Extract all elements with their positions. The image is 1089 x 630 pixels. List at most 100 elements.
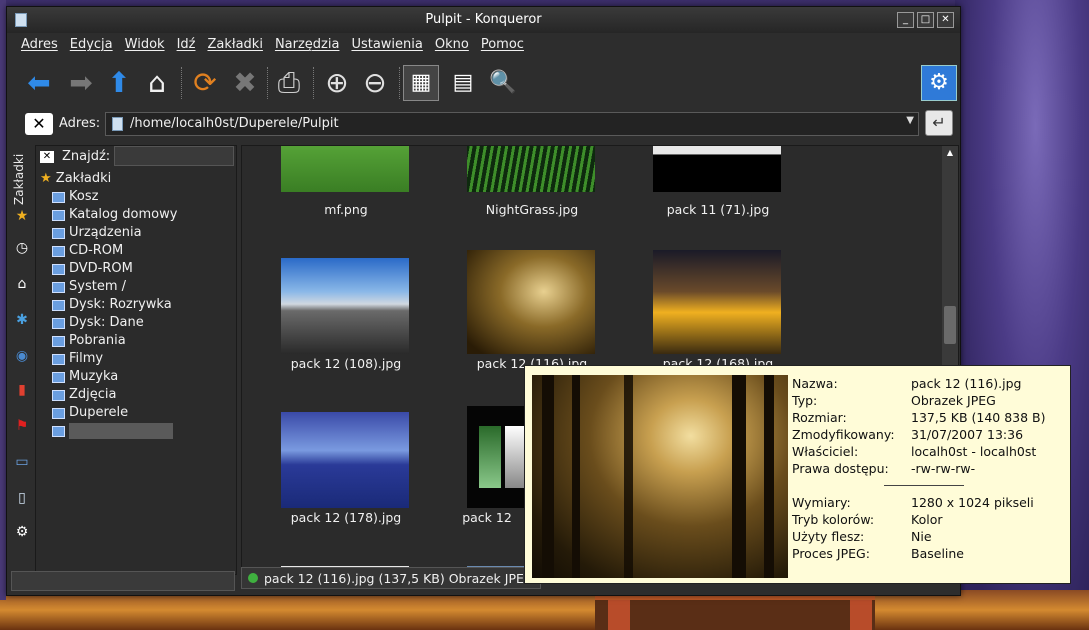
home-icon[interactable]: ⌂ <box>139 65 175 101</box>
road-mountains-thumbnail <box>281 258 409 354</box>
detailed-view-icon[interactable]: ▤ <box>445 65 481 101</box>
services-icon[interactable]: ⚙ <box>13 523 31 541</box>
menu-bar: Adres Edycja Widok Idź Zakładki Narzędzi… <box>7 35 960 55</box>
bookmark-kosz[interactable]: Kosz <box>36 188 236 206</box>
zoom-in-icon[interactable]: ⊕ <box>319 65 355 101</box>
bookmark-dvd-rom[interactable]: DVD-ROM <box>36 260 236 278</box>
clear-find-icon[interactable]: ✕ <box>40 151 54 163</box>
bookmark-icon <box>52 209 65 221</box>
detail-value: -rw-rw-rw- <box>911 461 976 476</box>
tab-bookmarks[interactable]: Zakładki <box>12 149 32 205</box>
menu-widok[interactable]: Widok <box>119 35 171 55</box>
menu-zakladki[interactable]: Zakładki <box>201 35 268 55</box>
clear-address-icon[interactable]: ✕ <box>25 113 53 135</box>
bookmark-cd-rom[interactable]: CD-ROM <box>36 242 236 260</box>
chevron-down-icon[interactable]: ▼ <box>906 115 914 126</box>
scrollbar-thumb[interactable] <box>944 306 956 344</box>
menu-pomoc[interactable]: Pomoc <box>475 35 530 55</box>
flag-icon[interactable]: ⚑ <box>13 417 31 435</box>
reload-icon[interactable]: ⟳ <box>187 65 223 101</box>
forward-arrow-icon[interactable]: ➡ <box>63 65 99 101</box>
file-name: mf.png <box>324 202 368 217</box>
star-icon[interactable]: ★ <box>13 207 31 225</box>
bookmark-icon <box>52 245 65 257</box>
document-icon[interactable]: ▮ <box>13 381 31 399</box>
file-info-tooltip: Nazwa: pack 12 (116).jpg Typ: Obrazek JPEG… <box>524 365 1071 584</box>
detail-row: Prawa dostępu: -rw-rw-rw- <box>792 460 1046 477</box>
bookmark-new-item[interactable] <box>36 422 236 440</box>
toolbar-separator <box>399 67 401 99</box>
tree-silhouette <box>764 375 774 578</box>
title-bar[interactable]: Pulpit - Konqueror _ □ ✕ <box>7 7 960 33</box>
bookmark-filmy[interactable]: Filmy <box>36 350 236 368</box>
file-manager-icon[interactable] <box>15 13 27 27</box>
bookmark-icon <box>52 389 65 401</box>
bookmark-icon <box>52 227 65 239</box>
bookmark-icon <box>52 281 65 293</box>
bookmark-urzadzenia[interactable]: Urządzenia <box>36 224 236 242</box>
bookmark-label: Katalog domowy <box>69 207 178 222</box>
find-row: ✕ Znajdź: <box>36 146 236 168</box>
icon-view-icon[interactable]: ▦ <box>403 65 439 101</box>
toolbar-separator <box>267 67 269 99</box>
close-button[interactable]: ✕ <box>937 12 954 28</box>
find-input[interactable] <box>114 146 234 166</box>
go-button[interactable]: ↵ <box>925 110 953 136</box>
history-icon[interactable]: ◷ <box>13 239 31 257</box>
bookmark-dysk-dane[interactable]: Dysk: Dane <box>36 314 236 332</box>
panel-green <box>479 426 501 488</box>
folder-icon <box>112 117 123 131</box>
computer-icon[interactable]: ▭ <box>13 453 31 471</box>
network-icon[interactable]: ✱ <box>13 311 31 329</box>
file-name: pack 11 (71).jpg <box>666 202 770 217</box>
bookmark-dysk-rozrywka[interactable]: Dysk: Rozrywka <box>36 296 236 314</box>
home-icon[interactable]: ⌂ <box>13 275 31 293</box>
bookmarks-tree: ★ Zakładki Kosz Katalog domowy Urządzeni… <box>36 170 236 440</box>
zoom-out-icon[interactable]: ⊖ <box>357 65 393 101</box>
menu-narzedzia[interactable]: Narzędzia <box>269 35 346 55</box>
toolbar-separator <box>313 67 315 99</box>
menu-adres[interactable]: Adres <box>15 35 64 55</box>
scroll-up-arrow-icon[interactable]: ▲ <box>942 146 958 160</box>
maximize-button[interactable]: □ <box>917 12 934 28</box>
crane-sunset-thumbnail <box>653 250 781 354</box>
bookmark-icon <box>52 407 65 419</box>
detail-separator <box>884 485 964 486</box>
address-value: /home/localh0st/Duperele/Pulpit <box>130 116 339 131</box>
bookmark-muzyka[interactable]: Muzyka <box>36 368 236 386</box>
grass-field-thumbnail <box>281 146 409 192</box>
globe-icon[interactable]: ◉ <box>13 347 31 365</box>
preview-view-icon[interactable]: 🔍 <box>485 65 521 101</box>
minimize-button[interactable]: _ <box>897 12 914 28</box>
bookmarks-root[interactable]: ★ Zakładki <box>36 170 236 188</box>
tooltip-details: Nazwa: pack 12 (116).jpg Typ: Obrazek JPEG… <box>792 375 1046 562</box>
bookmark-edit-field[interactable] <box>69 423 173 439</box>
stop-icon[interactable]: ✖ <box>227 65 263 101</box>
up-arrow-icon[interactable]: ⬆ <box>101 65 137 101</box>
back-arrow-icon[interactable]: ⬅ <box>21 65 57 101</box>
menu-idz[interactable]: Idź <box>171 35 202 55</box>
tree-silhouette <box>732 375 746 578</box>
bookmark-icon <box>52 317 65 329</box>
bookmark-zdjecia[interactable]: Zdjęcia <box>36 386 236 404</box>
menu-okno[interactable]: Okno <box>429 35 475 55</box>
detail-value: pack 12 (116).jpg <box>911 376 1022 391</box>
detail-value: 137,5 KB (140 838 B) <box>911 410 1046 425</box>
folder-icon[interactable]: ▯ <box>13 489 31 507</box>
bookmark-icon <box>52 335 65 347</box>
bookmark-duperele[interactable]: Duperele <box>36 404 236 422</box>
address-label: Adres: <box>59 116 101 131</box>
bookmark-pobrania[interactable]: Pobrania <box>36 332 236 350</box>
bookmark-system[interactable]: System / <box>36 278 236 296</box>
address-bar: ✕ Adres: /home/localh0st/Duperele/Pulpit… <box>7 109 960 139</box>
bookmark-label: Urządzenia <box>69 225 142 240</box>
detail-key: Nazwa: <box>792 376 838 391</box>
print-icon[interactable]: ⎙ <box>271 65 307 101</box>
menu-ustawienia[interactable]: Ustawienia <box>345 35 428 55</box>
kde-activity-icon[interactable]: ⚙ <box>921 65 957 101</box>
menu-edycja[interactable]: Edycja <box>64 35 119 55</box>
address-input[interactable]: /home/localh0st/Duperele/Pulpit ▼ <box>105 112 919 136</box>
detail-value: 31/07/2007 13:36 <box>911 427 1024 442</box>
bookmark-katalog-domowy[interactable]: Katalog domowy <box>36 206 236 224</box>
detail-value: localh0st - localh0st <box>911 444 1037 459</box>
